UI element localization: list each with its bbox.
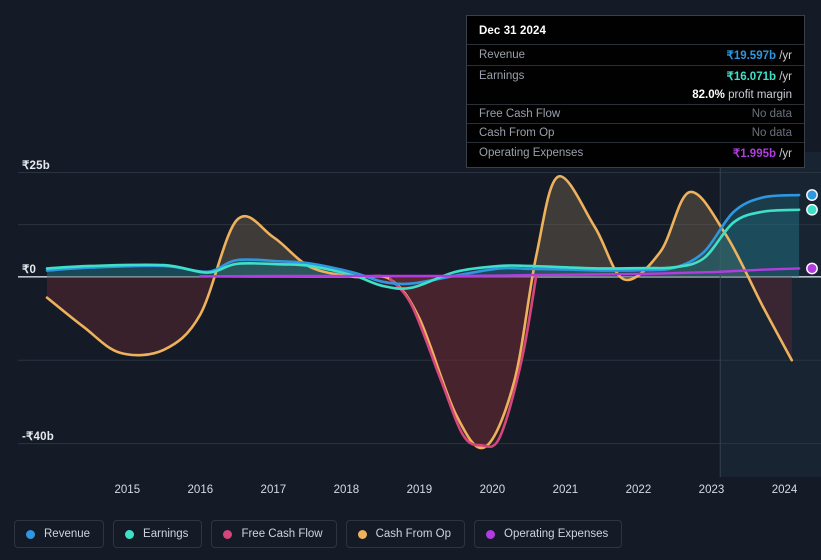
legend-item-revenue[interactable]: Revenue [14, 520, 105, 548]
legend-item-free-cash-flow[interactable]: Free Cash Flow [211, 520, 337, 548]
legend-label: Cash From Op [375, 528, 452, 540]
tooltip-row-revenue: Revenue ₹19.597b /yr [467, 44, 804, 65]
x-axis-tick-label: 2017 [260, 484, 287, 496]
tooltip-value-cash-from-op: No data [751, 127, 792, 139]
legend-label: Revenue [44, 528, 91, 540]
tooltip-label-operating-expenses: Operating Expenses [479, 147, 584, 159]
tooltip-amount-earnings: ₹16.071b [726, 71, 777, 83]
tooltip-margin-percent: 82.0% [692, 89, 725, 101]
x-axis-tick-label: 2022 [625, 484, 652, 496]
series-area-free-cash-flow [390, 276, 537, 447]
tooltip-label-free-cash-flow: Free Cash Flow [479, 108, 561, 120]
legend-color-dot [223, 529, 233, 539]
y-axis-tick-label: ₹25b [22, 159, 50, 172]
legend-color-dot [26, 529, 35, 539]
x-axis-tick-label: 2024 [771, 484, 798, 496]
tooltip-row-cash-from-op: Cash From Op No data [467, 123, 804, 142]
tooltip-amount-operating-expenses: ₹1.995b [732, 148, 777, 160]
financial-chart-widget: Dec 31 2024 Revenue ₹19.597b /yr Earning… [0, 0, 821, 560]
x-axis-tick-label: 2019 [406, 484, 433, 496]
tooltip-row-earnings: Earnings ₹16.071b /yr [467, 65, 804, 86]
tooltip-value-free-cash-flow: No data [751, 108, 792, 120]
y-axis-tick-label: ₹0 [22, 263, 37, 276]
x-axis-tick-label: 2023 [698, 484, 725, 496]
legend-item-earnings[interactable]: Earnings [113, 520, 203, 548]
tooltip-row-profit-margin: 82.0% profit margin [467, 86, 804, 104]
legend-label: Free Cash Flow [241, 528, 323, 540]
tooltip-label-earnings: Earnings [479, 70, 525, 82]
x-axis-tick-label: 2020 [479, 484, 506, 496]
legend-label: Earnings [143, 528, 189, 540]
x-axis-tick-label: 2021 [552, 484, 579, 496]
x-axis-tick-label: 2015 [114, 484, 141, 496]
tooltip-value-profit-margin: 82.0% profit margin [692, 89, 792, 101]
tooltip-row-operating-expenses: Operating Expenses ₹1.995b /yr [467, 142, 804, 163]
tooltip-margin-text: profit margin [728, 89, 792, 101]
tooltip-unit-revenue: /yr [779, 50, 792, 62]
tooltip-label-cash-from-op: Cash From Op [479, 127, 555, 139]
tooltip-value-operating-expenses: ₹1.995b /yr [733, 146, 792, 160]
legend-item-operating-expenses[interactable]: Operating Expenses [474, 520, 623, 548]
tooltip-date: Dec 31 2024 [479, 25, 546, 37]
tooltip-value-revenue: ₹19.597b /yr [727, 48, 793, 62]
tooltip-unit-operating-expenses: /yr [779, 148, 792, 160]
legend-label: Operating Expenses [504, 528, 609, 540]
chart-tooltip: Dec 31 2024 Revenue ₹19.597b /yr Earning… [466, 15, 805, 168]
end-marker-earnings[interactable] [806, 203, 818, 216]
tooltip-unit-earnings: /yr [779, 71, 792, 83]
x-axis-tick-label: 2018 [333, 484, 360, 496]
legend-color-dot [357, 529, 367, 539]
x-axis-tick-label: 2016 [187, 484, 214, 496]
tooltip-amount-revenue: ₹19.597b [726, 50, 777, 62]
tooltip-label-revenue: Revenue [479, 49, 526, 61]
y-axis-tick-label: -₹40b [22, 430, 54, 443]
legend-color-dot [125, 529, 135, 539]
legend-color-dot [486, 529, 496, 539]
tooltip-row-free-cash-flow: Free Cash Flow No data [467, 104, 804, 123]
tooltip-value-earnings: ₹16.071b /yr [727, 69, 793, 83]
legend-item-cash-from-op[interactable]: Cash From Op [345, 520, 466, 548]
chart-legend: Revenue Earnings Free Cash Flow Cash From O… [0, 508, 821, 560]
end-marker-revenue[interactable] [806, 189, 818, 201]
end-marker-operating-expenses[interactable] [806, 262, 818, 275]
